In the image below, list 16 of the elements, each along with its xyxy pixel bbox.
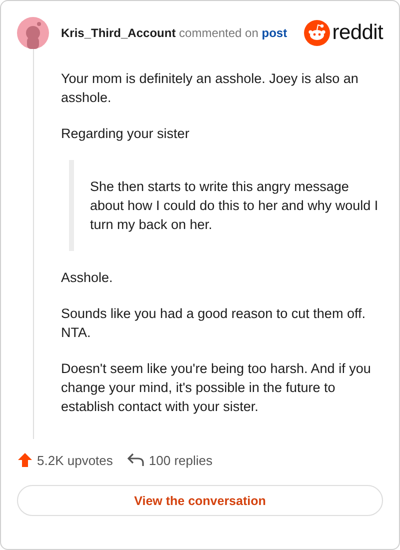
comment-meta: Kris_Third_Account commented on post xyxy=(61,26,288,40)
avatar-icon xyxy=(17,17,49,49)
brand-name: reddit xyxy=(332,21,383,45)
comment-paragraph: Sounds like you had a good reason to cut them off. NTA. xyxy=(61,305,366,342)
reddit-logo-icon xyxy=(304,20,330,46)
post-link[interactable]: post xyxy=(262,26,288,40)
comment-paragraph: Regarding your sister xyxy=(61,125,190,143)
comment-paragraph: Your mom is definitely an asshole. Joey is also an asshole. xyxy=(61,70,360,107)
upvote-count: 5.2K upvotes xyxy=(37,452,113,468)
comment-paragraph: Doesn't seem like you're being too harsh. And if you change your mind, it's possible in the future to establish contact with your sister. xyxy=(61,360,372,416)
view-conversation-button[interactable]: View the conversation xyxy=(17,485,383,516)
reply-icon[interactable] xyxy=(126,452,145,468)
upvote-icon[interactable] xyxy=(17,452,33,468)
quoted-text: She then starts to write this angry message about how I could do this to her and why would I turn my back on her. xyxy=(90,178,379,234)
reply-count: 100 replies xyxy=(148,452,212,468)
comment-paragraph: Asshole. xyxy=(61,269,114,287)
